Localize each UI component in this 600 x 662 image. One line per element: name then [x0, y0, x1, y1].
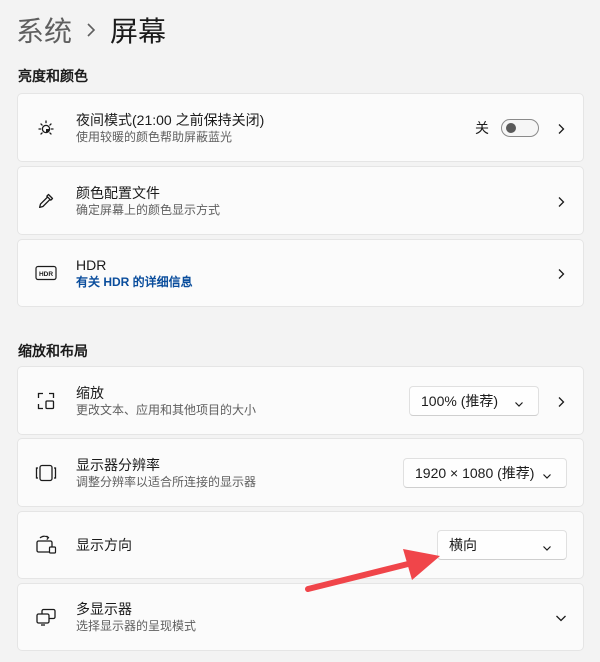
- chevron-down-icon: [542, 468, 552, 479]
- resolution-title: 显示器分辨率: [76, 456, 160, 473]
- scale-dropdown[interactable]: 100% (推荐): [409, 385, 539, 416]
- orientation-icon: [35, 534, 57, 556]
- night-light-toggle-label: 关: [475, 119, 489, 136]
- section-title-brightness-color: 亮度和颜色: [18, 68, 88, 84]
- chevron-right-icon[interactable]: [555, 195, 567, 207]
- chevron-right-icon[interactable]: [555, 267, 567, 279]
- eyedropper-icon: [35, 190, 57, 212]
- chevron-down-icon: [514, 396, 524, 407]
- scale-row[interactable]: 缩放 更改文本、应用和其他项目的大小 100% (推荐): [17, 366, 584, 435]
- scale-dropdown-value: 100% (推荐): [421, 392, 499, 409]
- scale-icon: [35, 390, 57, 412]
- svg-text:HDR: HDR: [39, 271, 53, 278]
- resolution-icon: [35, 462, 57, 484]
- hdr-title: HDR: [76, 257, 107, 273]
- night-light-icon: [35, 117, 57, 139]
- night-light-title: 夜间模式(21:00 之前保持关闭): [76, 111, 265, 128]
- page-title: 屏幕: [110, 16, 167, 47]
- hdr-icon: HDR: [35, 262, 57, 284]
- night-light-toggle[interactable]: [501, 118, 539, 137]
- annotation-arrow: [305, 549, 440, 592]
- multiple-displays-title: 多显示器: [76, 601, 132, 617]
- hdr-learn-more-link[interactable]: 有关 HDR 的详细信息: [76, 274, 193, 290]
- resolution-row[interactable]: 显示器分辨率 调整分辨率以适合所连接的显示器 1920 × 1080 (推荐): [17, 438, 584, 507]
- orientation-title: 显示方向: [76, 537, 132, 553]
- breadcrumb: 系统 屏幕: [16, 10, 166, 50]
- hdr-row[interactable]: HDR HDR 有关 HDR 的详细信息: [17, 239, 584, 307]
- chevron-right-icon[interactable]: [555, 122, 567, 134]
- section-title-scale-layout: 缩放和布局: [18, 343, 88, 359]
- scale-title: 缩放: [76, 384, 104, 401]
- chevron-right-icon: [86, 23, 96, 37]
- orientation-dropdown[interactable]: 横向: [437, 530, 567, 560]
- color-profile-row[interactable]: 颜色配置文件 确定屏幕上的颜色显示方式: [17, 166, 584, 235]
- resolution-subtitle: 调整分辨率以适合所连接的显示器: [76, 474, 257, 489]
- chevron-right-icon[interactable]: [555, 395, 567, 407]
- multiple-displays-icon: [35, 606, 57, 628]
- night-light-subtitle: 使用较暖的颜色帮助屏蔽蓝光: [76, 129, 233, 144]
- color-profile-title: 颜色配置文件: [76, 184, 160, 201]
- orientation-dropdown-value: 横向: [449, 537, 477, 553]
- color-profile-subtitle: 确定屏幕上的颜色显示方式: [76, 202, 221, 217]
- resolution-dropdown[interactable]: 1920 × 1080 (推荐): [403, 457, 567, 488]
- breadcrumb-parent-system[interactable]: 系统: [16, 10, 72, 50]
- scale-subtitle: 更改文本、应用和其他项目的大小: [76, 402, 257, 417]
- night-light-row[interactable]: 夜间模式(21:00 之前保持关闭) 使用较暖的颜色帮助屏蔽蓝光 关: [17, 93, 584, 162]
- resolution-dropdown-value: 1920 × 1080 (推荐): [415, 464, 535, 481]
- multiple-displays-subtitle: 选择显示器的呈现模式: [76, 619, 197, 633]
- chevron-down-icon[interactable]: [555, 611, 567, 623]
- chevron-down-icon: [542, 540, 552, 551]
